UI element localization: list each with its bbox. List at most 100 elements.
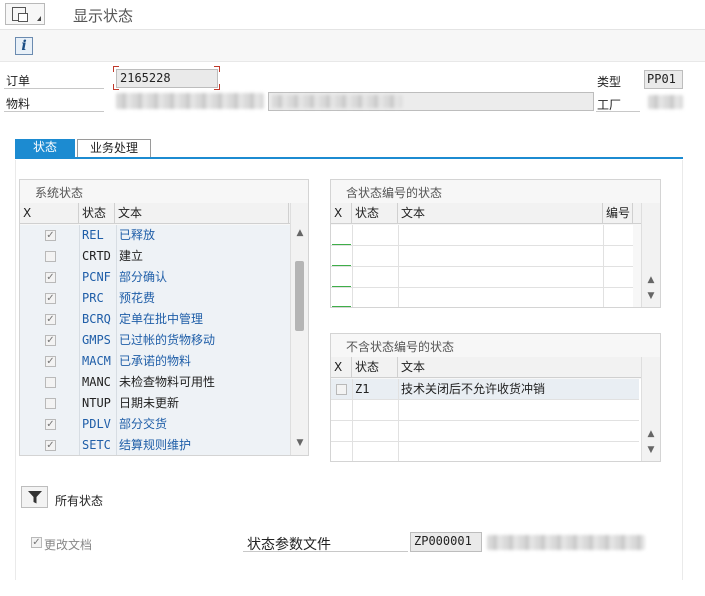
column-divider (603, 225, 604, 307)
plant-redacted (648, 95, 683, 109)
col-x: X (331, 357, 352, 378)
status-text: 预花费 (119, 291, 156, 305)
row-checkbox: ✓ (45, 272, 56, 283)
layout-menu-button[interactable] (5, 3, 45, 25)
status-text: 未检查物料可用性 (119, 375, 216, 389)
status-profile-field: ZP000001 (410, 532, 482, 552)
scroll-down-icon[interactable]: ▼ (293, 438, 307, 448)
status-text: 已过帐的货物移动 (119, 333, 216, 347)
tab-status[interactable]: 状态 (15, 139, 75, 158)
type-label: 类型 (597, 75, 622, 89)
row-divider (331, 399, 639, 400)
status-code: CRTD (82, 249, 111, 263)
row-checkbox: ✓ (45, 419, 56, 430)
material-label-underline (4, 111, 104, 112)
col-status: 状态 (352, 203, 398, 224)
status-code: REL (82, 228, 104, 242)
table-row[interactable]: ✓ MACM 已承诺的物料 (20, 351, 290, 372)
unnumbered-status-panel: 不含状态编号的状态 X 状态 文本 Z1 技术关闭后不允许收货冲销 ▲ ▼ (330, 333, 661, 462)
system-status-header: X 状态 文本 (20, 203, 308, 224)
change-docs-checkbox[interactable]: ✓ (31, 537, 42, 548)
column-divider (398, 379, 399, 461)
table-row[interactable]: ✓ BCRQ 定单在批中管理 (20, 309, 290, 330)
row-checkbox (45, 377, 56, 388)
status-code: Z1 (355, 382, 370, 396)
col-text: 文本 (398, 203, 603, 224)
table-row[interactable]: ✓ REL 已释放 (20, 225, 290, 246)
table-row[interactable]: ✓ GMPS 已过帐的货物移动 (20, 330, 290, 351)
scroll-thumb[interactable] (295, 261, 304, 331)
tab-business-processing[interactable]: 业务处理 (77, 139, 151, 158)
material-description-redacted (272, 95, 402, 108)
row-checkbox: ✓ (45, 335, 56, 346)
unnumbered-status-rows: Z1 技术关闭后不允许收货冲销 (331, 379, 641, 461)
row-checkbox (45, 251, 56, 262)
numbered-status-title: 含状态编号的状态 (346, 186, 443, 200)
status-text: 定单在批中管理 (119, 312, 204, 326)
table-row[interactable]: ✓ SETC 结算规则维护 (20, 435, 290, 456)
status-code: SETC (82, 438, 111, 452)
input-row-marker (332, 286, 351, 287)
numbered-status-scrollbar[interactable]: ▲ ▼ (641, 203, 660, 307)
scroll-up-icon[interactable]: ▲ (644, 275, 658, 285)
row-checkbox: ✓ (45, 230, 56, 241)
focus-marker (214, 66, 220, 72)
numbered-status-header: X 状态 文本 编号 (331, 203, 641, 224)
row-divider (331, 245, 633, 246)
unnumbered-status-scrollbar[interactable]: ▲ ▼ (641, 357, 660, 461)
status-text: 日期未更新 (119, 396, 180, 410)
row-checkbox (336, 384, 347, 395)
table-row[interactable]: MANC 未检查物料可用性 (20, 372, 290, 393)
col-status: 状态 (352, 357, 398, 378)
type-field: PP01 (644, 70, 683, 89)
scroll-down-icon[interactable]: ▼ (644, 445, 658, 455)
system-status-scrollbar[interactable]: ▲ ▼ (290, 203, 308, 455)
scroll-down-icon[interactable]: ▼ (644, 291, 658, 301)
table-row[interactable]: ✓ PRC 预花费 (20, 288, 290, 309)
toolbar (0, 30, 705, 62)
row-divider (331, 420, 639, 421)
input-row-marker (332, 244, 351, 245)
col-text: 文本 (401, 360, 426, 374)
col-number: 编号 (603, 203, 633, 224)
col-status: 状态 (79, 203, 115, 224)
input-row-marker (332, 306, 351, 307)
scroll-up-icon[interactable]: ▲ (644, 429, 658, 439)
row-checkbox: ✓ (45, 440, 56, 451)
order-field[interactable]: 2165228 (116, 69, 218, 88)
system-status-rows: ✓ REL 已释放 CRTD 建立 ✓ PCNF 部分确认 ✓ PRC 预花费 … (20, 225, 290, 455)
status-code: PRC (82, 291, 104, 305)
numbered-status-panel: 含状态编号的状态 X 状态 文本 编号 ▲ ▼ (330, 179, 661, 308)
material-label: 物料 (6, 97, 31, 111)
status-text: 技术关闭后不允许收货冲销 (401, 382, 546, 396)
plant-label-underline (596, 111, 640, 112)
table-row[interactable]: ✓ PCNF 部分确认 (20, 267, 290, 288)
unnumbered-status-header: X 状态 文本 (331, 357, 641, 378)
table-row[interactable]: NTUP 日期未更新 (20, 393, 290, 414)
status-text: 结算规则维护 (119, 438, 192, 452)
status-code: MANC (82, 375, 111, 389)
table-row[interactable]: Z1 技术关闭后不允许收货冲销 (331, 379, 639, 400)
scroll-up-icon[interactable]: ▲ (293, 228, 307, 238)
status-code: PCNF (82, 270, 111, 284)
row-checkbox: ✓ (45, 314, 56, 325)
table-row[interactable]: ✓ PDLV 部分交货 (20, 414, 290, 435)
col-x: X (20, 203, 79, 224)
all-status-filter-button[interactable] (21, 486, 48, 508)
input-row-marker (332, 265, 351, 266)
info-icon[interactable]: i (15, 37, 33, 55)
status-code: PDLV (82, 417, 111, 431)
order-label-underline (4, 88, 104, 89)
status-text: 建立 (119, 249, 144, 263)
page-title: 显示状态 (73, 7, 134, 25)
table-row[interactable]: CRTD 建立 (20, 246, 290, 267)
dropdown-caret-icon (37, 16, 41, 21)
status-text: 已释放 (119, 228, 156, 242)
status-profile-label-underline (243, 551, 408, 552)
change-docs-label: 更改文档 (44, 538, 93, 552)
status-code: MACM (82, 354, 111, 368)
numbered-status-rows (331, 225, 633, 307)
column-divider (352, 379, 353, 461)
status-code: NTUP (82, 396, 111, 410)
focus-marker (113, 66, 119, 72)
